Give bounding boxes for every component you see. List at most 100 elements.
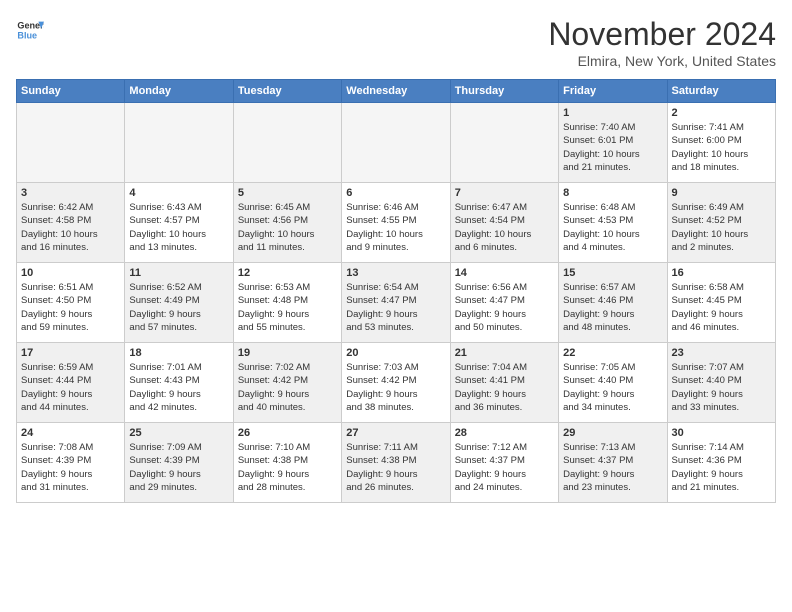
day-info: Sunrise: 7:41 AMSunset: 6:00 PMDaylight:…: [672, 121, 771, 174]
calendar-table: SundayMondayTuesdayWednesdayThursdayFrid…: [16, 79, 776, 503]
calendar-cell: 24 Sunrise: 7:08 AMSunset: 4:39 PMDayligh…: [17, 423, 125, 503]
day-info: Sunrise: 6:53 AMSunset: 4:48 PMDaylight:…: [238, 281, 337, 334]
title-block: November 2024 Elmira, New York, United S…: [548, 16, 776, 69]
calendar-cell: 27 Sunrise: 7:11 AMSunset: 4:38 PMDayligh…: [342, 423, 450, 503]
day-info: Sunrise: 7:08 AMSunset: 4:39 PMDaylight:…: [21, 441, 120, 494]
day-info: Sunrise: 7:05 AMSunset: 4:40 PMDaylight:…: [563, 361, 662, 414]
day-number: 9: [672, 187, 771, 199]
day-info: Sunrise: 6:46 AMSunset: 4:55 PMDaylight:…: [346, 201, 445, 254]
calendar-cell: 4 Sunrise: 6:43 AMSunset: 4:57 PMDaylight…: [125, 183, 233, 263]
day-info: Sunrise: 6:58 AMSunset: 4:45 PMDaylight:…: [672, 281, 771, 334]
calendar-cell: 28Sunrise: 7:12 AMSunset: 4:37 PMDayligh…: [450, 423, 558, 503]
calendar-cell: 11 Sunrise: 6:52 AMSunset: 4:49 PMDayligh…: [125, 263, 233, 343]
calendar-cell: 25Sunrise: 7:09 AMSunset: 4:39 PMDayligh…: [125, 423, 233, 503]
day-info: Sunrise: 7:13 AMSunset: 4:37 PMDaylight:…: [563, 441, 662, 494]
month-title: November 2024: [548, 16, 776, 53]
weekday-header-saturday: Saturday: [667, 80, 775, 103]
calendar-cell: 3 Sunrise: 6:42 AMSunset: 4:58 PMDaylight…: [17, 183, 125, 263]
calendar-cell: 13 Sunrise: 6:54 AMSunset: 4:47 PMDayligh…: [342, 263, 450, 343]
day-number: 25: [129, 427, 228, 439]
day-info: Sunrise: 6:56 AMSunset: 4:47 PMDaylight:…: [455, 281, 554, 334]
calendar-cell: [450, 103, 558, 183]
day-info: Sunrise: 6:43 AMSunset: 4:57 PMDaylight:…: [129, 201, 228, 254]
day-info: Sunrise: 6:59 AMSunset: 4:44 PMDaylight:…: [21, 361, 120, 414]
calendar-cell: 18 Sunrise: 7:01 AMSunset: 4:43 PMDayligh…: [125, 343, 233, 423]
day-number: 27: [346, 427, 445, 439]
calendar-cell: 19 Sunrise: 7:02 AMSunset: 4:42 PMDayligh…: [233, 343, 341, 423]
calendar-cell: 26 Sunrise: 7:10 AMSunset: 4:38 PMDayligh…: [233, 423, 341, 503]
day-info: Sunrise: 7:10 AMSunset: 4:38 PMDaylight:…: [238, 441, 337, 494]
day-info: Sunrise: 7:40 AMSunset: 6:01 PMDaylight:…: [563, 121, 662, 174]
day-number: 22: [563, 347, 662, 359]
day-info: Sunrise: 7:04 AMSunset: 4:41 PMDaylight:…: [455, 361, 554, 414]
calendar-cell: 9 Sunrise: 6:49 AMSunset: 4:52 PMDaylight…: [667, 183, 775, 263]
calendar-cell: 14Sunrise: 6:56 AMSunset: 4:47 PMDayligh…: [450, 263, 558, 343]
logo-icon: General Blue: [16, 16, 44, 44]
day-info: Sunrise: 7:03 AMSunset: 4:42 PMDaylight:…: [346, 361, 445, 414]
day-number: 7: [455, 187, 554, 199]
weekday-header-tuesday: Tuesday: [233, 80, 341, 103]
calendar-cell: 10 Sunrise: 6:51 AMSunset: 4:50 PMDayligh…: [17, 263, 125, 343]
day-number: 20: [346, 347, 445, 359]
day-number: 21: [455, 347, 554, 359]
day-number: 13: [346, 267, 445, 279]
day-number: 16: [672, 267, 771, 279]
calendar-cell: 7 Sunrise: 6:47 AMSunset: 4:54 PMDaylight…: [450, 183, 558, 263]
day-number: 1: [563, 107, 662, 119]
day-info: Sunrise: 6:47 AMSunset: 4:54 PMDaylight:…: [455, 201, 554, 254]
calendar-cell: 29Sunrise: 7:13 AMSunset: 4:37 PMDayligh…: [559, 423, 667, 503]
calendar-cell: [342, 103, 450, 183]
day-info: Sunrise: 7:01 AMSunset: 4:43 PMDaylight:…: [129, 361, 228, 414]
day-info: Sunrise: 6:57 AMSunset: 4:46 PMDaylight:…: [563, 281, 662, 334]
day-info: Sunrise: 6:54 AMSunset: 4:47 PMDaylight:…: [346, 281, 445, 334]
day-info: Sunrise: 6:42 AMSunset: 4:58 PMDaylight:…: [21, 201, 120, 254]
calendar-cell: 12Sunrise: 6:53 AMSunset: 4:48 PMDayligh…: [233, 263, 341, 343]
location-title: Elmira, New York, United States: [548, 53, 776, 69]
day-info: Sunrise: 6:49 AMSunset: 4:52 PMDaylight:…: [672, 201, 771, 254]
day-info: Sunrise: 7:11 AMSunset: 4:38 PMDaylight:…: [346, 441, 445, 494]
day-number: 23: [672, 347, 771, 359]
calendar-cell: 15 Sunrise: 6:57 AMSunset: 4:46 PMDayligh…: [559, 263, 667, 343]
calendar-cell: 2 Sunrise: 7:41 AMSunset: 6:00 PMDaylight…: [667, 103, 775, 183]
day-info: Sunrise: 7:02 AMSunset: 4:42 PMDaylight:…: [238, 361, 337, 414]
day-number: 4: [129, 187, 228, 199]
calendar-cell: 22 Sunrise: 7:05 AMSunset: 4:40 PMDayligh…: [559, 343, 667, 423]
day-info: Sunrise: 6:51 AMSunset: 4:50 PMDaylight:…: [21, 281, 120, 334]
day-number: 26: [238, 427, 337, 439]
calendar-cell: [17, 103, 125, 183]
weekday-header-friday: Friday: [559, 80, 667, 103]
calendar-cell: 8 Sunrise: 6:48 AMSunset: 4:53 PMDaylight…: [559, 183, 667, 263]
day-number: 3: [21, 187, 120, 199]
day-info: Sunrise: 6:48 AMSunset: 4:53 PMDaylight:…: [563, 201, 662, 254]
day-number: 17: [21, 347, 120, 359]
calendar-cell: 20 Sunrise: 7:03 AMSunset: 4:42 PMDayligh…: [342, 343, 450, 423]
day-number: 6: [346, 187, 445, 199]
calendar-cell: 23 Sunrise: 7:07 AMSunset: 4:40 PMDayligh…: [667, 343, 775, 423]
calendar-cell: 30Sunrise: 7:14 AMSunset: 4:36 PMDayligh…: [667, 423, 775, 503]
day-number: 30: [672, 427, 771, 439]
calendar-cell: 6 Sunrise: 6:46 AMSunset: 4:55 PMDaylight…: [342, 183, 450, 263]
day-number: 15: [563, 267, 662, 279]
calendar-cell: 17 Sunrise: 6:59 AMSunset: 4:44 PMDayligh…: [17, 343, 125, 423]
day-number: 28: [455, 427, 554, 439]
calendar-cell: 1 Sunrise: 7:40 AMSunset: 6:01 PMDaylight…: [559, 103, 667, 183]
calendar-cell: [125, 103, 233, 183]
calendar-cell: 21 Sunrise: 7:04 AMSunset: 4:41 PMDayligh…: [450, 343, 558, 423]
day-number: 18: [129, 347, 228, 359]
day-number: 8: [563, 187, 662, 199]
day-number: 10: [21, 267, 120, 279]
calendar-cell: 5Sunrise: 6:45 AMSunset: 4:56 PMDaylight…: [233, 183, 341, 263]
day-number: 2: [672, 107, 771, 119]
header: General Blue November 2024 Elmira, New Y…: [16, 16, 776, 69]
calendar-cell: 16 Sunrise: 6:58 AMSunset: 4:45 PMDayligh…: [667, 263, 775, 343]
logo: General Blue: [16, 16, 44, 44]
day-number: 19: [238, 347, 337, 359]
day-number: 24: [21, 427, 120, 439]
day-info: Sunrise: 7:07 AMSunset: 4:40 PMDaylight:…: [672, 361, 771, 414]
day-info: Sunrise: 6:52 AMSunset: 4:49 PMDaylight:…: [129, 281, 228, 334]
svg-text:Blue: Blue: [17, 30, 37, 40]
day-number: 5: [238, 187, 337, 199]
weekday-header-monday: Monday: [125, 80, 233, 103]
day-number: 11: [129, 267, 228, 279]
weekday-header-sunday: Sunday: [17, 80, 125, 103]
